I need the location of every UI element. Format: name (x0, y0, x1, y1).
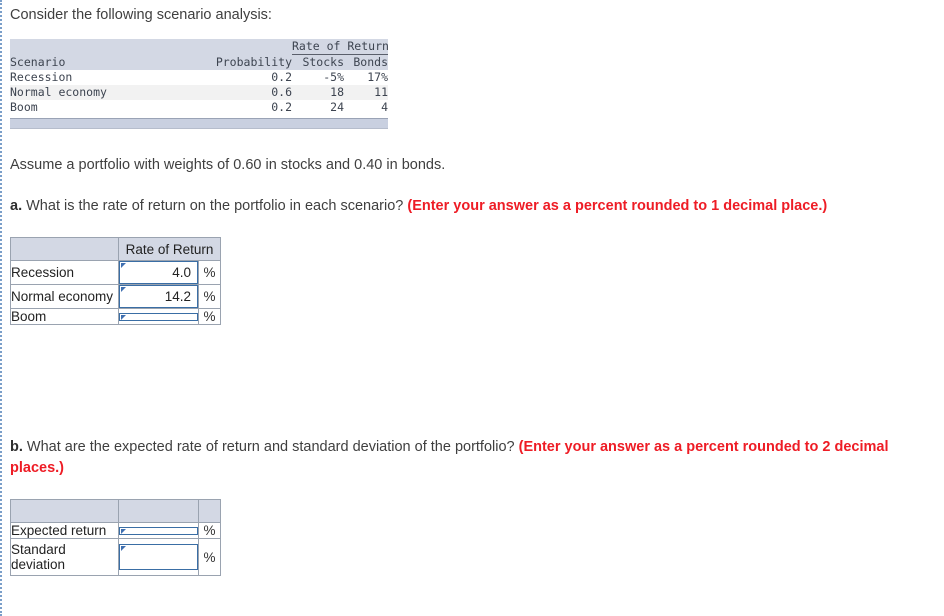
answer-b-input-cell[interactable] (118, 522, 199, 539)
answer-b-input-standard-deviation[interactable] (119, 544, 198, 570)
answer-b-input-cell[interactable] (118, 538, 199, 576)
answer-a-row-label: Recession (10, 260, 119, 285)
scenario-cell-bonds: 17% (344, 70, 388, 85)
input-flag-icon (121, 314, 126, 320)
scenario-group-header-spacer-1 (10, 39, 200, 55)
scenario-col-header-scenario: Scenario (10, 54, 200, 70)
question-a-label: a. (10, 198, 23, 214)
scenario-cell-probability: 0.6 (200, 85, 292, 100)
scenario-cell-stocks: -5% (292, 70, 344, 85)
answer-a-value-header: Rate of Return (118, 237, 221, 261)
answer-a-unit: % (198, 308, 221, 325)
scenario-col-header-stocks: Stocks (292, 54, 344, 70)
answer-table-b: Expected return % Standard deviation % (10, 499, 934, 576)
scenario-cell-stocks: 18 (292, 85, 344, 100)
intro-text: Consider the following scenario analysis… (10, 7, 272, 23)
scenario-cell-label: Normal economy (10, 85, 200, 100)
answer-b-input-value (120, 528, 197, 534)
answer-b-value-header (118, 499, 199, 523)
scenario-group-header-spacer-2 (200, 39, 292, 55)
answer-a-row-label: Boom (10, 308, 119, 325)
question-a-note: (Enter your answer as a percent rounded … (407, 198, 828, 214)
answer-a-input-normal-economy[interactable]: 14.2 (119, 285, 198, 308)
scenario-cell-label: Boom (10, 100, 200, 115)
answer-b-row-expected-return: Expected return % (10, 522, 221, 539)
scenario-table-footer-bar (10, 118, 388, 129)
scenario-analysis-table: Rate of Return Scenario Probability Stoc… (10, 39, 389, 129)
answer-a-input-boom[interactable] (119, 312, 198, 321)
scenario-column-header-row: Scenario Probability Stocks Bonds (10, 54, 388, 70)
input-flag-icon (121, 528, 126, 534)
answer-a-input-value (120, 314, 197, 320)
answer-a-unit: % (198, 260, 221, 285)
question-b: b. What are the expected rate of return … (10, 437, 910, 479)
scenario-col-header-bonds: Bonds (344, 54, 388, 70)
input-flag-icon (121, 263, 126, 268)
answer-a-row-recession: Recession 4.0 % (10, 260, 221, 285)
scenario-row-recession: Recession 0.2 -5% 17% (10, 70, 388, 85)
scenario-cell-bonds: 11 (344, 85, 388, 100)
question-b-text: What are the expected rate of return and… (26, 439, 515, 455)
scenario-cell-stocks: 24 (292, 100, 344, 115)
scenario-group-header-label: Rate of Return (292, 39, 389, 55)
answer-b-row-standard-deviation: Standard deviation % (10, 538, 221, 576)
answer-a-row-boom: Boom % (10, 308, 221, 325)
answer-b-input-value (120, 545, 197, 569)
scenario-cell-probability: 0.2 (200, 100, 292, 115)
answer-a-input-cell[interactable]: 14.2 (118, 284, 199, 309)
scenario-group-header-row: Rate of Return (10, 39, 389, 55)
page-content: Consider the following scenario analysis… (10, 0, 934, 576)
scenario-col-header-probability: Probability (200, 54, 292, 70)
answer-b-row-label: Standard deviation (10, 538, 119, 576)
question-b-label: b. (10, 439, 23, 455)
scenario-row-normal-economy: Normal economy 0.6 18 11 (10, 85, 388, 100)
answer-table-a: Rate of Return Recession 4.0 % Normal ec… (10, 237, 934, 325)
answer-b-input-expected-return[interactable] (119, 526, 198, 535)
answer-a-input-cell[interactable]: 4.0 (118, 260, 199, 285)
assume-text: Assume a portfolio with weights of 0.60 … (10, 157, 446, 173)
answer-a-unit: % (198, 284, 221, 309)
answer-a-header-row: Rate of Return (10, 237, 221, 261)
input-flag-icon (121, 287, 126, 292)
answer-a-input-cell[interactable] (118, 308, 199, 325)
scenario-row-boom: Boom 0.2 24 4 (10, 100, 388, 115)
answer-a-input-recession[interactable]: 4.0 (119, 261, 198, 284)
answer-b-corner-header (10, 499, 119, 523)
page-left-dotted-rule (0, 0, 2, 616)
answer-a-row-label: Normal economy (10, 284, 119, 309)
answer-b-unit: % (198, 538, 221, 576)
question-a-text: What is the rate of return on the portfo… (26, 198, 404, 214)
scenario-cell-probability: 0.2 (200, 70, 292, 85)
answer-b-header-row (10, 499, 221, 523)
answer-b-row-label: Expected return (10, 522, 119, 539)
answer-a-input-value: 4.0 (172, 265, 191, 280)
answer-a-corner-header (10, 237, 119, 261)
scenario-cell-bonds: 4 (344, 100, 388, 115)
question-a: a. What is the rate of return on the por… (10, 196, 910, 217)
answer-b-unit-header (198, 499, 221, 523)
scenario-cell-label: Recession (10, 70, 200, 85)
input-flag-icon (121, 546, 126, 551)
answer-a-row-normal-economy: Normal economy 14.2 % (10, 284, 221, 309)
answer-a-input-value: 14.2 (164, 289, 191, 304)
answer-b-unit: % (198, 522, 221, 539)
